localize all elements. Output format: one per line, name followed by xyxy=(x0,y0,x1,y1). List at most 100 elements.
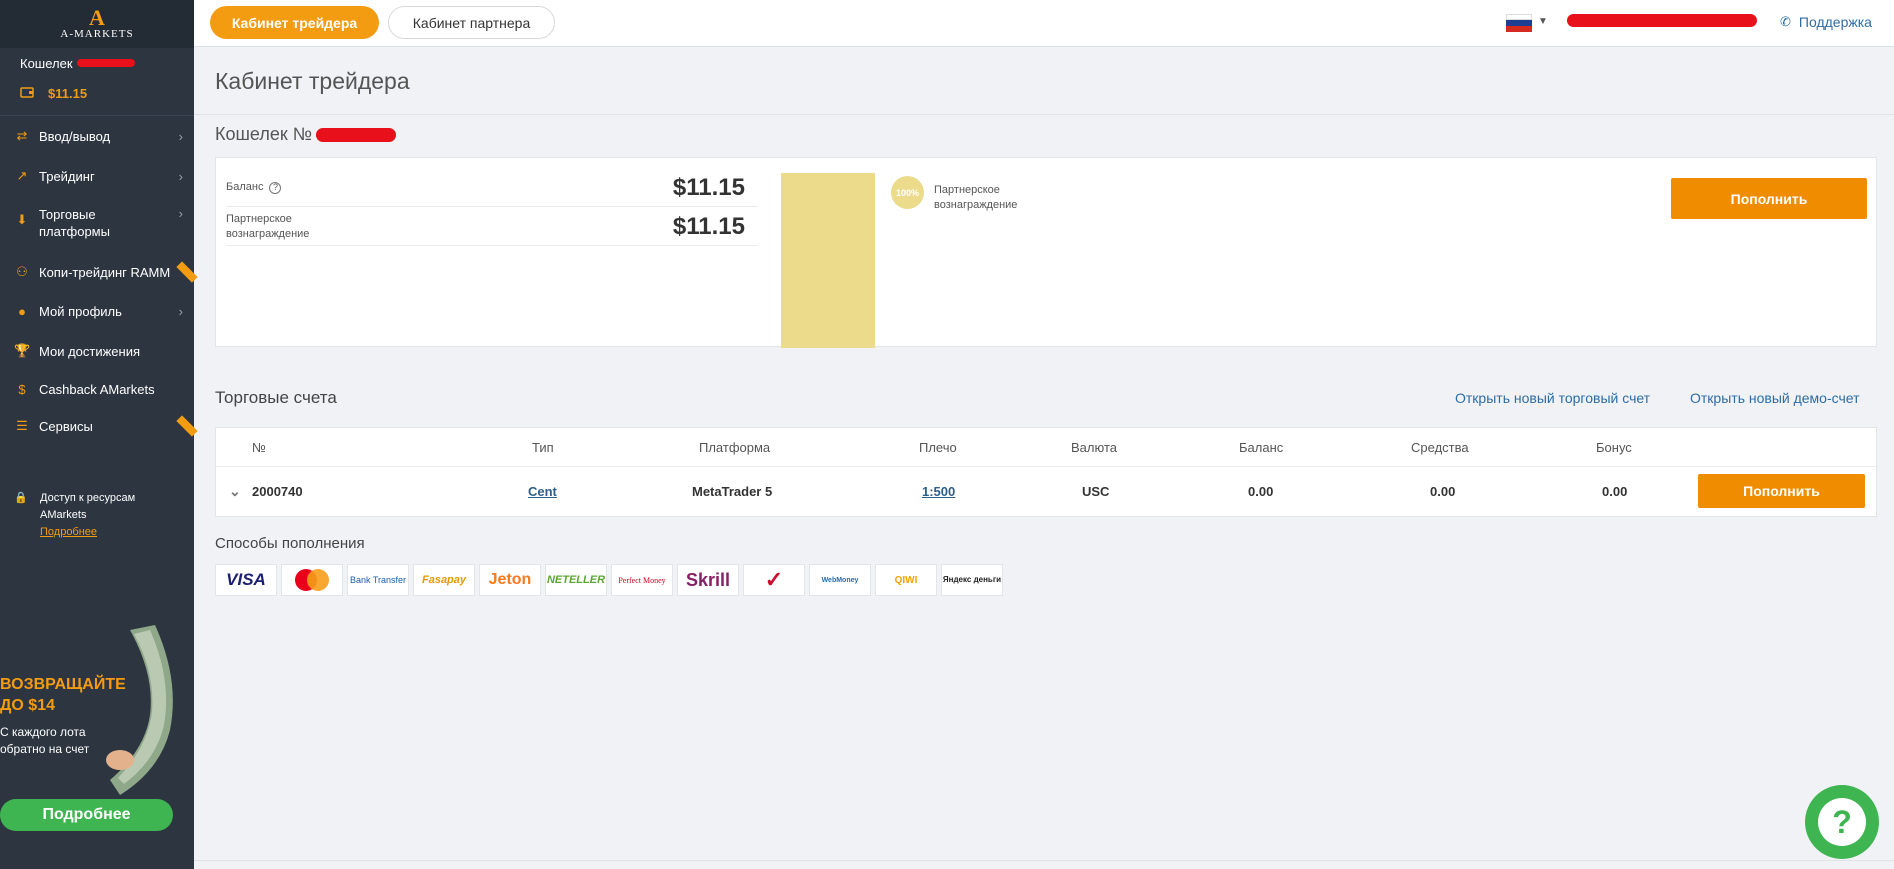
chevron-right-icon: › xyxy=(178,206,183,221)
sidebar-item-platforms[interactable]: ⬇ Торговые платформы › xyxy=(0,206,194,242)
new-badge xyxy=(176,415,198,437)
tab-partner-cabinet[interactable]: Кабинет партнера xyxy=(388,6,555,39)
account-funds: 0.00 xyxy=(1430,484,1456,499)
sidebar-item-label: Ввод/вывод xyxy=(39,128,111,144)
logo-text: A-MARKETS xyxy=(60,28,134,40)
account-bonus: 0.00 xyxy=(1602,484,1628,499)
wallet-amount: $11.15 xyxy=(48,86,88,101)
tab-trader-cabinet[interactable]: Кабинет трейдера xyxy=(210,6,379,39)
sidebar-wallet[interactable]: Кошелек $11.15 xyxy=(0,48,194,116)
expand-chevron-icon[interactable]: ⌄ xyxy=(229,483,241,500)
user-icon: ● xyxy=(18,303,26,319)
sidebar-item-label: Копи-трейдинг RAMM xyxy=(39,264,171,280)
open-demo-account-link[interactable]: Открыть новый демо-счет xyxy=(1690,390,1860,406)
partner-label-2: вознаграждение xyxy=(226,227,310,240)
account-number: 2000740 xyxy=(252,484,303,499)
wallet-icon xyxy=(20,86,34,101)
balance-label: Баланс xyxy=(226,181,264,193)
sidebar-item-label: Трейдинг xyxy=(39,168,95,184)
russian-flag-icon[interactable] xyxy=(1506,14,1532,32)
chat-help-button[interactable]: ? xyxy=(1805,785,1879,859)
cashback-icon: $ xyxy=(18,381,26,397)
legend-line-2: вознаграждение xyxy=(934,199,1018,211)
visa-logo[interactable]: VISA xyxy=(215,564,277,596)
qiwi-logo[interactable]: QIWI xyxy=(875,564,937,596)
balance-row: Баланс ? $11.15 xyxy=(226,169,758,207)
neteller-logo[interactable]: NETELLER xyxy=(545,564,607,596)
yandex-money-logo[interactable]: Яндекс деньги xyxy=(941,564,1003,596)
help-icon[interactable]: ? xyxy=(269,181,282,194)
promo-headline-2: ДО $14 xyxy=(0,697,55,714)
copy-trading-icon: ⚇ xyxy=(16,264,28,279)
row-divider xyxy=(216,466,1876,467)
sidebar-item-profile[interactable]: ● Мой профиль › xyxy=(0,301,194,321)
promo-text-1: С каждого лота xyxy=(0,725,86,739)
balance-chart-bar xyxy=(781,173,875,348)
percent-badge: 100% xyxy=(891,176,924,209)
phone-icon: ✆ xyxy=(1780,14,1791,29)
jeton-logo[interactable]: Jeton xyxy=(479,564,541,596)
sidebar-item-deposit-withdraw[interactable]: ⇄ Ввод/вывод › xyxy=(0,126,194,146)
trophy-icon: 🏆 xyxy=(14,343,31,358)
promo-text-2: обратно на счет xyxy=(0,742,90,756)
bank-transfer-logo[interactable]: Bank Transfer xyxy=(347,564,409,596)
sidebar-item-cashback[interactable]: $ Cashback AMarkets xyxy=(0,379,194,399)
promo-headline: ВОЗВРАЩАЙТЕ ДО $14 xyxy=(0,674,126,716)
support-label: Поддержка xyxy=(1798,14,1872,30)
wallet-card: Баланс ? $11.15 Партнерское вознагражден… xyxy=(215,157,1877,348)
access-line-1: Доступ к ресурсам xyxy=(40,492,136,504)
partner-reward-row: Партнерское вознаграждение $11.15 xyxy=(226,208,758,246)
account-leverage-link[interactable]: 1:500 xyxy=(922,484,955,499)
access-more-link[interactable]: Подробнее xyxy=(40,524,135,541)
sidebar-item-label: Торговые платформы xyxy=(39,207,110,239)
column-header: Платформа xyxy=(699,440,771,455)
partner-label-1: Партнерское xyxy=(226,212,292,225)
payment-methods-title: Способы пополнения xyxy=(215,535,365,552)
sidebar-item-label: Мои достижения xyxy=(39,343,141,359)
promo-headline-1: ВОЗВРАЩАЙТЕ xyxy=(0,676,126,693)
download-icon: ⬇ xyxy=(16,212,28,227)
promo-more-button[interactable]: Подробнее xyxy=(0,799,173,831)
wallet-title-text: Кошелек № xyxy=(215,124,313,144)
chart-icon: ↗ xyxy=(16,168,28,183)
account-topup-button[interactable]: Пополнить xyxy=(1698,474,1865,508)
partner-value: $11.15 xyxy=(672,212,745,240)
sidebar-item-copy-trading[interactable]: ⚇ Копи-трейдинг RAMM xyxy=(0,261,198,283)
transfer-icon: ⇄ xyxy=(16,128,28,143)
open-real-account-link[interactable]: Открыть новый торговый счет xyxy=(1455,390,1650,406)
sidebar-item-services[interactable]: ☰ Сервисы xyxy=(0,415,198,437)
fasapay-logo[interactable]: Fasapay xyxy=(413,564,475,596)
check-payment-icon[interactable]: ✓ xyxy=(743,564,805,596)
account-balance: 0.00 xyxy=(1248,484,1274,499)
account-currency: USC xyxy=(1082,484,1110,499)
chevron-right-icon: › xyxy=(178,128,183,144)
sidebar-item-label: Сервисы xyxy=(39,418,93,434)
sidebar-item-achievements[interactable]: 🏆 Мои достижения xyxy=(0,341,194,361)
new-badge xyxy=(176,261,198,283)
logo[interactable]: A A-MARKETS xyxy=(0,0,194,48)
mastercard-logo[interactable] xyxy=(281,564,343,596)
wallet-number-redaction xyxy=(316,127,397,142)
wallet-topup-button[interactable]: Пополнить xyxy=(1671,178,1867,219)
accounts-title: Торговые счета xyxy=(215,388,337,407)
webmoney-logo[interactable]: WebMoney xyxy=(809,564,871,596)
column-header: Средства xyxy=(1411,440,1469,455)
support-link[interactable]: ✆ Поддержка xyxy=(1780,14,1872,30)
wallet-label: Кошелек xyxy=(20,55,73,71)
skrill-logo[interactable]: Skrill xyxy=(677,564,739,596)
topbar: Кабинет трейдера Кабинет партнера ▼ ✆ По… xyxy=(194,0,1894,47)
wallet-number-redaction xyxy=(76,59,135,67)
account-platform: MetaTrader 5 xyxy=(692,484,773,499)
page-title: Кабинет трейдера xyxy=(215,68,410,94)
accounts-table: № Тип Платформа Плечо Валюта Баланс Сред… xyxy=(215,427,1877,517)
column-header: Бонус xyxy=(1596,440,1632,455)
services-icon: ☰ xyxy=(16,418,28,433)
logo-mark: A xyxy=(89,5,105,30)
caret-down-icon[interactable]: ▼ xyxy=(1538,16,1548,27)
sidebar-item-label: Cashback AMarkets xyxy=(39,381,155,397)
perfect-money-logo[interactable]: Perfect Money xyxy=(611,564,673,596)
sidebar-item-trading[interactable]: ↗ Трейдинг › xyxy=(0,166,194,186)
payment-methods: VISA Bank Transfer Fasapay Jeton NETELLE… xyxy=(215,564,1007,596)
sidebar-item-label: Мой профиль xyxy=(39,303,122,319)
account-type-link[interactable]: Cent xyxy=(528,484,557,499)
